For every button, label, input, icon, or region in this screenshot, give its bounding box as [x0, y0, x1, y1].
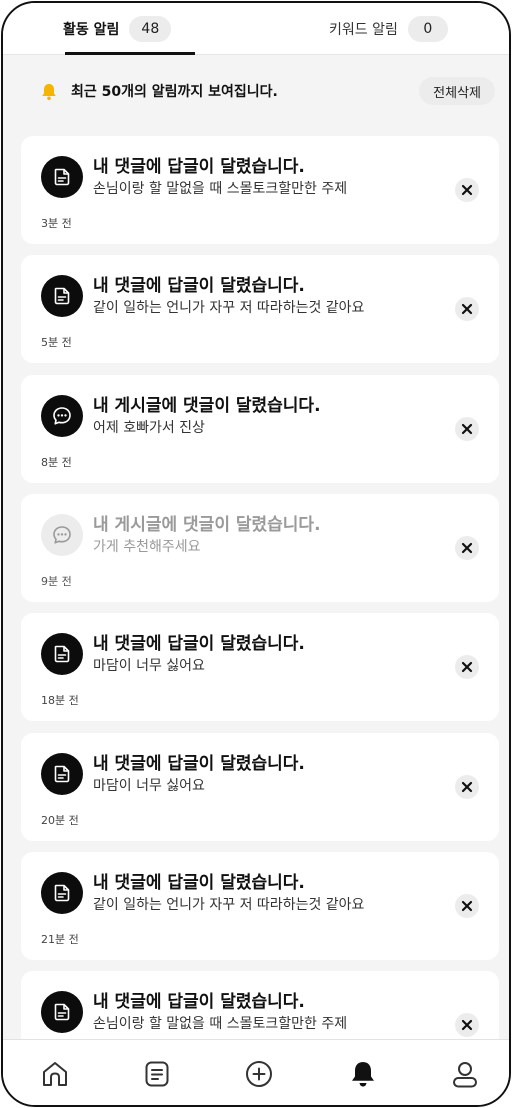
notification-icon-badge [41, 275, 83, 317]
close-icon [461, 781, 473, 793]
notification-time: 5분 전 [41, 336, 72, 349]
nav-profile[interactable] [449, 1058, 481, 1090]
reply-icon [54, 287, 70, 305]
notification-icon-badge [41, 991, 83, 1033]
notification-title: 내 게시글에 댓글이 달렸습니다. [93, 515, 321, 535]
nav-notifications[interactable] [347, 1058, 379, 1090]
dismiss-button[interactable] [455, 1013, 479, 1037]
notification-card[interactable]: 내 댓글에 답글이 달렸습니다. 마담이 너무 싫어요 18분 전 [21, 613, 499, 721]
tab-keyword[interactable]: 키워드 알림 0 [329, 3, 448, 55]
notification-time: 8분 전 [41, 456, 72, 469]
close-icon [461, 900, 473, 912]
notification-body: 가게 추천해주세요 [93, 539, 201, 555]
notification-body: 같이 일하는 언니가 자꾸 저 따라하는것 같아요 [93, 300, 365, 316]
dismiss-button[interactable] [455, 536, 479, 560]
reply-icon [54, 884, 70, 902]
board-icon [145, 1061, 169, 1087]
close-icon [461, 542, 473, 554]
notification-card[interactable]: 내 게시글에 댓글이 달렸습니다. 가게 추천해주세요 9분 전 [21, 494, 499, 602]
notification-tabs: 활동 알림 48 키워드 알림 0 [3, 3, 509, 55]
notification-icon-badge [41, 514, 83, 556]
comment-icon [53, 526, 71, 544]
notice-text: 최근 50개의 알림까지 보여집니다. [71, 84, 278, 100]
dismiss-button[interactable] [455, 297, 479, 321]
tab-keyword-label: 키워드 알림 [329, 22, 398, 38]
delete-all-button[interactable]: 전체삭제 [419, 77, 495, 105]
bell-icon [352, 1062, 374, 1087]
bell-icon [42, 84, 56, 101]
notification-title: 내 게시글에 댓글이 달렸습니다. [93, 396, 321, 416]
tab-keyword-count: 0 [407, 16, 448, 42]
notification-icon-badge [41, 156, 83, 198]
nav-board[interactable] [141, 1058, 173, 1090]
notification-time: 20분 전 [41, 814, 79, 827]
notification-time: 18분 전 [41, 694, 79, 707]
notification-body: 마담이 너무 싫어요 [93, 778, 205, 794]
notice-bar: 최근 50개의 알림까지 보여집니다. 전체삭제 [3, 61, 509, 123]
notification-body: 손님이랑 할 말없을 때 스몰토크할만한 주제 [93, 181, 348, 197]
close-icon [461, 423, 473, 435]
reply-icon [54, 645, 70, 663]
active-tab-indicator [65, 52, 195, 55]
notification-time: 9분 전 [41, 575, 72, 588]
nav-home[interactable] [39, 1058, 71, 1090]
tab-activity-count: 48 [129, 16, 172, 42]
dismiss-button[interactable] [455, 655, 479, 679]
reply-icon [54, 765, 70, 783]
notification-time: 3분 전 [41, 217, 72, 230]
notification-body: 손님이랑 할 말없을 때 스몰토크할만한 주제 [93, 1016, 348, 1032]
profile-icon [453, 1062, 477, 1088]
notification-title: 내 댓글에 답글이 달렸습니다. [93, 873, 305, 893]
notification-title: 내 댓글에 답글이 달렸습니다. [93, 634, 305, 654]
dismiss-button[interactable] [455, 178, 479, 202]
close-icon [461, 303, 473, 315]
notification-icon-badge [41, 395, 83, 437]
tab-activity-label: 활동 알림 [63, 22, 120, 38]
notification-title: 내 댓글에 답글이 달렸습니다. [93, 754, 305, 774]
notification-icon-badge [41, 872, 83, 914]
dismiss-button[interactable] [455, 417, 479, 441]
comment-icon [53, 407, 71, 425]
reply-icon [54, 1003, 70, 1021]
notification-card[interactable]: 내 댓글에 답글이 달렸습니다. 같이 일하는 언니가 자꾸 저 따라하는것 같아… [21, 255, 499, 363]
notification-title: 내 댓글에 답글이 달렸습니다. [93, 276, 305, 296]
notification-title: 내 댓글에 답글이 달렸습니다. [93, 157, 305, 177]
notification-time: 21분 전 [41, 933, 79, 946]
notification-icon-badge [41, 753, 83, 795]
notification-card[interactable]: 내 댓글에 답글이 달렸습니다. 손님이랑 할 말없을 때 스몰토크할만한 주제 3… [21, 136, 499, 244]
notification-body: 같이 일하는 언니가 자꾸 저 따라하는것 같아요 [93, 897, 365, 913]
notification-card[interactable]: 내 댓글에 답글이 달렸습니다. 마담이 너무 싫어요 20분 전 [21, 733, 499, 841]
notification-title: 내 댓글에 답글이 달렸습니다. [93, 992, 305, 1012]
dismiss-button[interactable] [455, 894, 479, 918]
reply-icon [54, 168, 70, 186]
notification-icon-badge [41, 633, 83, 675]
close-icon [461, 661, 473, 673]
nav-add[interactable] [243, 1058, 275, 1090]
add-icon [246, 1061, 272, 1087]
dismiss-button[interactable] [455, 775, 479, 799]
bottom-nav [3, 1039, 509, 1105]
close-icon [461, 184, 473, 196]
tab-activity[interactable]: 활동 알림 48 [63, 3, 172, 55]
notification-card[interactable]: 내 댓글에 답글이 달렸습니다. 같이 일하는 언니가 자꾸 저 따라하는것 같아… [21, 852, 499, 960]
close-icon [461, 1019, 473, 1031]
home-icon [43, 1062, 67, 1086]
notification-body: 마담이 너무 싫어요 [93, 658, 205, 674]
notification-card[interactable]: 내 게시글에 댓글이 달렸습니다. 어제 호빠가서 진상 8분 전 [21, 375, 499, 483]
notification-body: 어제 호빠가서 진상 [93, 420, 205, 436]
app-screen: 활동 알림 48 키워드 알림 0 최근 50개의 알림까지 보여집니다. 전체… [1, 1, 511, 1107]
